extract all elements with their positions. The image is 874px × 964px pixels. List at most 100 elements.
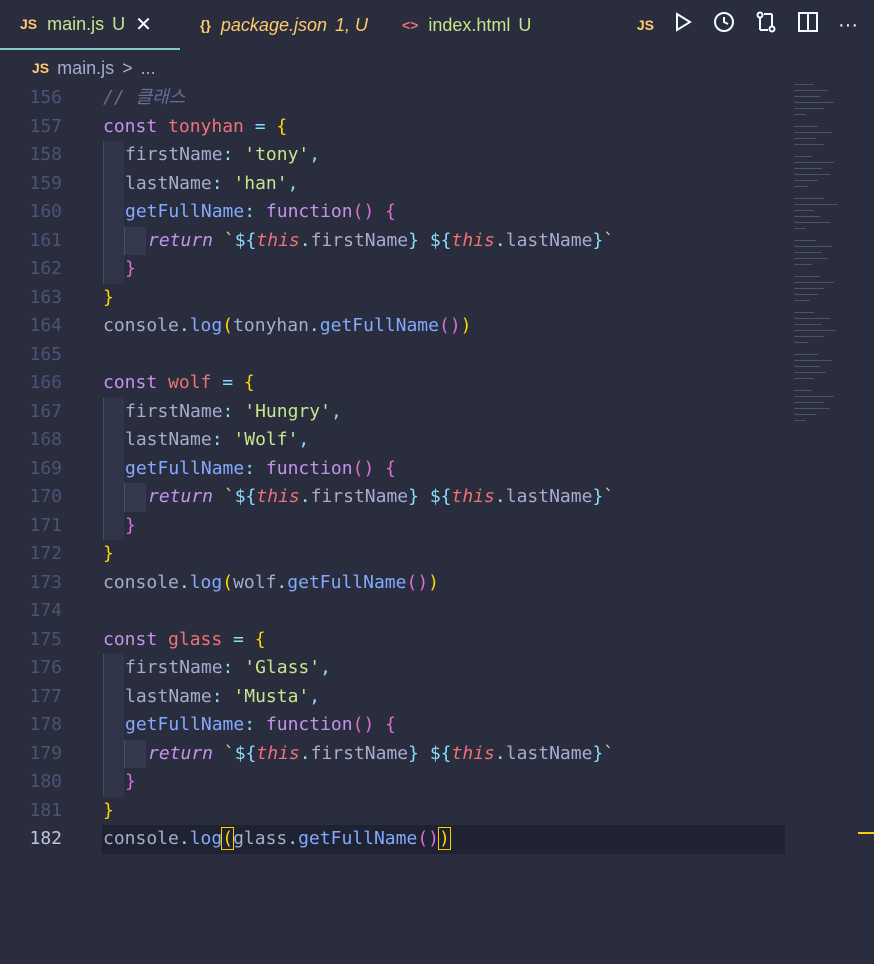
- line-number: 158: [29, 144, 62, 165]
- code-line: 176 firstName: 'Glass',: [0, 654, 874, 683]
- minimap-line: [794, 240, 816, 241]
- minimap-line: [794, 198, 824, 199]
- indent-guide: [103, 768, 124, 797]
- code-line: 174: [0, 597, 874, 626]
- code-editor[interactable]: 156// 클래스 157 const tonyhan = { 158 firstN…: [0, 84, 874, 854]
- indent-guide: [103, 654, 124, 683]
- tab-index-html[interactable]: <> index.html U: [382, 0, 545, 50]
- minimap-line: [794, 144, 824, 145]
- code-line: 162}: [0, 255, 874, 284]
- minimap-line: [794, 252, 822, 253]
- minimap-line: [794, 162, 834, 163]
- code-line: 169 getFullName: function() {: [0, 454, 874, 483]
- minimap-line: [794, 84, 814, 85]
- minimap-line: [794, 318, 830, 319]
- keyword: const: [103, 115, 158, 137]
- indent-guide: [124, 739, 146, 768]
- line-number: 175: [29, 628, 62, 650]
- code-line: 181}: [0, 797, 874, 826]
- compare-icon[interactable]: [754, 10, 778, 40]
- indent-guide: [103, 169, 124, 198]
- editor-actions: JS ···: [637, 10, 858, 40]
- breadcrumb-file[interactable]: main.js: [57, 58, 114, 79]
- code-line: 180}: [0, 768, 874, 797]
- minimap-line: [794, 312, 814, 313]
- more-icon[interactable]: ···: [838, 14, 858, 37]
- minimap-line: [794, 210, 814, 211]
- code-line: 171}: [0, 511, 874, 540]
- code-line: 178 getFullName: function() {: [0, 711, 874, 740]
- code-line: 158 firstName: 'tony',: [0, 141, 874, 170]
- bracket-match: ): [438, 827, 451, 850]
- indent-guide: [103, 226, 124, 255]
- minimap-line: [794, 90, 828, 91]
- minimap-line: [794, 174, 830, 175]
- minimap-line: [794, 132, 832, 133]
- close-icon[interactable]: ✕: [135, 12, 152, 37]
- split-editor-icon[interactable]: [796, 10, 820, 40]
- minimap-line: [794, 330, 836, 331]
- indent-guide: [103, 483, 124, 512]
- json-file-icon: {}: [200, 17, 211, 33]
- minimap-line: [794, 390, 812, 391]
- code-line: 165: [0, 341, 874, 370]
- line-number: 165: [29, 343, 62, 365]
- minimap-line: [794, 108, 824, 109]
- minimap-line: [794, 402, 824, 403]
- indent-guide: [103, 255, 124, 284]
- history-icon[interactable]: [712, 10, 736, 40]
- minimap-line: [794, 264, 812, 265]
- indent-guide: [103, 682, 124, 711]
- indent-guide: [124, 226, 146, 255]
- minimap-line: [794, 246, 832, 247]
- js-file-icon: JS: [20, 16, 38, 32]
- line-number: 163: [29, 286, 62, 308]
- code-line-current: 182 console.log(glass.getFullName()): [0, 825, 874, 854]
- minimap-line: [794, 372, 826, 373]
- tab-status: U: [112, 13, 126, 34]
- line-number: 162: [29, 258, 62, 279]
- minimap-line: [794, 378, 814, 379]
- run-icon[interactable]: [672, 11, 694, 39]
- code-line: 166 const wolf = {: [0, 369, 874, 398]
- code-line: 179 return `${this.firstName} ${this.last…: [0, 739, 874, 768]
- tab-main-js[interactable]: JS main.js U ✕: [0, 0, 180, 50]
- minimap-line: [794, 342, 808, 343]
- tab-status: U: [518, 14, 532, 35]
- minimap-line: [794, 414, 816, 415]
- minimap-line: [794, 282, 834, 283]
- tab-package-json[interactable]: {} package.json 1, U: [180, 0, 382, 50]
- line-number: 168: [29, 429, 62, 450]
- tab-label: main.js: [47, 13, 105, 34]
- line-number: 159: [29, 172, 62, 194]
- indent-guide: [103, 198, 124, 227]
- code-line: 163}: [0, 284, 874, 313]
- tab-bar: JS main.js U ✕ {} package.json 1, U <> i…: [0, 0, 874, 50]
- line-number: 157: [29, 115, 62, 137]
- variable-name: tonyhan: [168, 115, 244, 137]
- code-line: 164 console.log(tonyhan.getFullName()): [0, 312, 874, 341]
- comment: // 클래스: [103, 87, 186, 108]
- line-number: 166: [29, 372, 62, 393]
- indent-guide: [103, 397, 124, 426]
- line-number: 170: [29, 486, 62, 507]
- minimap-line: [794, 336, 824, 337]
- js-language-icon[interactable]: JS: [637, 17, 654, 33]
- minimap-line: [794, 180, 818, 181]
- minimap-line: [794, 288, 824, 289]
- minimap-line: [794, 114, 806, 115]
- minimap[interactable]: [792, 84, 858, 454]
- line-number: 171: [29, 514, 62, 536]
- indent-guide: [103, 141, 124, 170]
- line-number: 160: [29, 201, 62, 222]
- code-line: 170 return `${this.firstName} ${this.last…: [0, 483, 874, 512]
- code-line: 157 const tonyhan = {: [0, 113, 874, 142]
- minimap-line: [794, 420, 806, 421]
- line-number: 182: [29, 828, 62, 849]
- minimap-line: [794, 102, 834, 103]
- minimap-line: [794, 258, 828, 259]
- line-number: 174: [29, 600, 62, 621]
- minimap-line: [794, 360, 832, 361]
- minimap-line: [794, 216, 820, 217]
- breadcrumb-more[interactable]: ...: [141, 58, 156, 79]
